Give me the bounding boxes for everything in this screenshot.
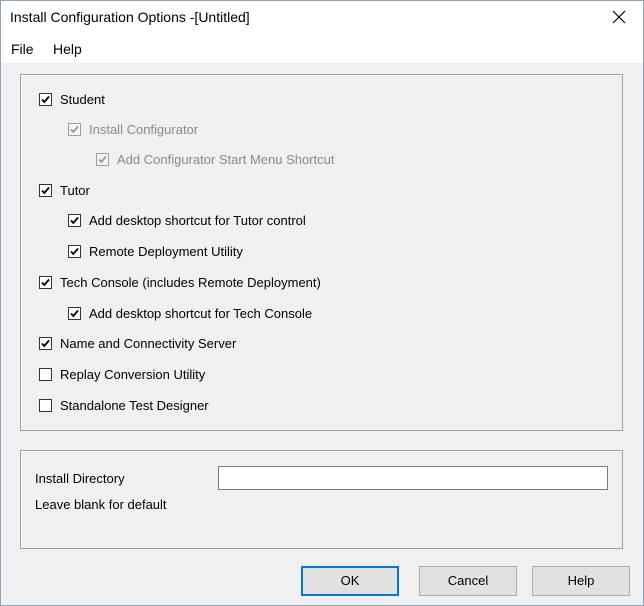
checkmark-icon xyxy=(70,216,79,224)
option-checkbox xyxy=(96,152,109,166)
option-checkbox[interactable] xyxy=(68,306,81,320)
title-bar: Install Configuration Options -[Untitled… xyxy=(1,1,643,33)
close-icon xyxy=(612,10,626,24)
option-row: Install Configurator xyxy=(68,120,198,138)
checkmark-icon xyxy=(41,278,50,286)
option-label: Standalone Test Designer xyxy=(60,397,209,413)
help-button[interactable]: Help xyxy=(532,566,630,596)
option-checkbox[interactable] xyxy=(39,92,52,106)
option-row: Add Configurator Start Menu Shortcut xyxy=(96,150,335,168)
option-checkbox[interactable] xyxy=(68,244,81,258)
install-directory-input[interactable] xyxy=(218,466,608,490)
option-label: Student xyxy=(60,91,105,107)
window-title: Install Configuration Options -[Untitled… xyxy=(10,9,250,25)
option-label: Remote Deployment Utility xyxy=(89,243,243,259)
menu-bar: File Help xyxy=(1,33,643,64)
option-label: Tutor xyxy=(60,182,90,198)
option-row[interactable]: Name and Connectivity Server xyxy=(39,334,236,352)
checkmark-icon xyxy=(41,186,50,194)
option-row[interactable]: Tech Console (includes Remote Deployment… xyxy=(39,273,321,291)
option-row[interactable]: Add desktop shortcut for Tutor control xyxy=(68,211,306,229)
option-checkbox[interactable] xyxy=(39,398,52,412)
menu-help[interactable]: Help xyxy=(52,39,83,59)
option-row[interactable]: Replay Conversion Utility xyxy=(39,365,205,383)
checkmark-icon xyxy=(98,155,107,163)
checkmark-icon xyxy=(41,339,50,347)
option-row[interactable]: Tutor xyxy=(39,181,90,199)
dialog-window: Install Configuration Options -[Untitled… xyxy=(0,0,644,606)
checkmark-icon xyxy=(41,95,50,103)
option-row[interactable]: Standalone Test Designer xyxy=(39,396,209,414)
option-label: Add desktop shortcut for Tutor control xyxy=(89,212,306,228)
option-checkbox[interactable] xyxy=(68,213,81,227)
option-label: Install Configurator xyxy=(89,121,199,137)
cancel-button[interactable]: Cancel xyxy=(419,566,517,596)
close-button[interactable] xyxy=(597,1,643,33)
checkmark-icon xyxy=(70,125,79,133)
option-label: Tech Console (includes Remote Deployment… xyxy=(60,274,321,290)
option-label: Add Configurator Start Menu Shortcut xyxy=(117,151,335,167)
option-checkbox[interactable] xyxy=(39,367,52,381)
option-checkbox[interactable] xyxy=(39,275,52,289)
install-directory-label: Install Directory xyxy=(35,471,125,486)
ok-button[interactable]: OK xyxy=(301,566,399,596)
option-label: Add desktop shortcut for Tech Console xyxy=(89,305,313,321)
checkmark-icon xyxy=(70,247,79,255)
checkmark-icon xyxy=(70,309,79,317)
option-label: Name and Connectivity Server xyxy=(60,335,237,351)
option-checkbox[interactable] xyxy=(39,183,52,197)
menu-file[interactable]: File xyxy=(10,39,35,59)
option-checkbox[interactable] xyxy=(39,336,52,350)
option-row[interactable]: Student xyxy=(39,90,105,108)
install-directory-hint: Leave blank for default xyxy=(35,497,167,512)
option-row[interactable]: Remote Deployment Utility xyxy=(68,242,243,260)
option-label: Replay Conversion Utility xyxy=(60,366,206,382)
option-row[interactable]: Add desktop shortcut for Tech Console xyxy=(68,304,312,322)
option-checkbox xyxy=(68,122,81,136)
